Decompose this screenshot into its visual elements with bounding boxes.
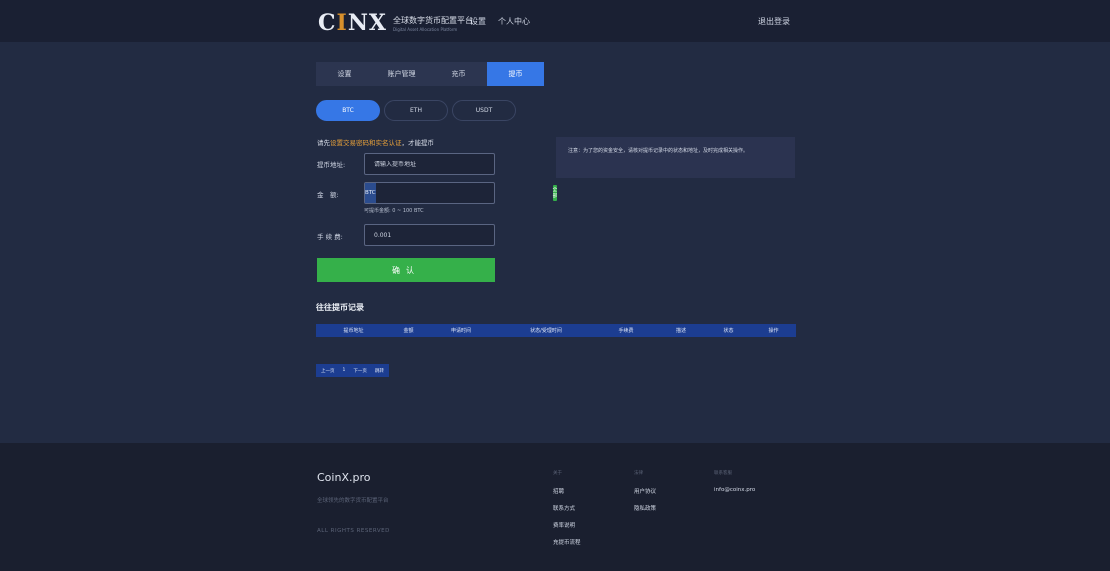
footer-link-contact[interactable]: 联系方式 [553, 504, 581, 512]
coin-selector: BTC ETH USDT [316, 100, 516, 121]
records-table-header: 提币地址 金额 申请时间 状态/受理时间 手续费 描述 状态 操作 [316, 324, 796, 337]
footer-link-fees[interactable]: 费率说明 [553, 521, 581, 529]
amount-input[interactable] [375, 183, 553, 203]
amount-field: BTC 全部 [364, 182, 558, 204]
amount-label: 金 额: [317, 191, 339, 199]
col-description: 描述 [675, 328, 686, 334]
footer-link-deposit-flow[interactable]: 充提币流程 [553, 538, 581, 546]
col-process-time: 状态/受理时间 [530, 328, 562, 334]
logout-link[interactable]: 退出登录 [758, 16, 790, 27]
tab-withdraw[interactable]: 提币 [487, 62, 544, 86]
col-address: 提币地址 [343, 328, 364, 334]
footer-slogan: 全球领先的数字货币配置平台 [317, 498, 389, 504]
logo-subtitle: 全球数字货币配置平台 Digital Asset Allocation Plat… [393, 15, 473, 32]
coin-btc[interactable]: BTC [316, 100, 380, 121]
footer-rights: ALL RIGHTS RESERVED [317, 528, 390, 534]
coin-usdt[interactable]: USDT [452, 100, 516, 121]
footer-link-privacy[interactable]: 隐私政策 [634, 504, 656, 512]
notice-box: 注意：为了您的资金安全，请核对提币记录中的状态和地址，及时完成相关操作。 [556, 137, 795, 178]
fee-field: 0.001 [364, 224, 495, 246]
footer-link-email[interactable]: info@coinx.pro [714, 487, 755, 493]
fee-value: 0.001 [374, 231, 392, 239]
fee-label: 手 续 费: [317, 233, 343, 241]
account-tabs: 设置 账户管理 充币 提币 [316, 62, 544, 86]
pagination: 上一页 1 下一页 跳转 [316, 364, 389, 377]
footer-col-legal: 法律 用户协议 隐私政策 [634, 470, 656, 512]
withdraw-hint: 请先设置交易密码和实名认证，才能提币 [317, 139, 434, 147]
logo-subtitle-cn: 全球数字货币配置平台 [393, 15, 473, 25]
jump-button[interactable]: 跳转 [375, 368, 384, 374]
col-amount: 金额 [403, 328, 414, 334]
col-action: 操作 [768, 328, 779, 334]
footer-link-user-agreement[interactable]: 用户协议 [634, 487, 656, 495]
footer-col-heading: 法律 [634, 471, 643, 476]
footer-col-about: 关于 招聘 联系方式 费率说明 充提币流程 [553, 470, 581, 546]
footer-brand: CoinX.pro [317, 471, 371, 484]
address-field-wrap [364, 153, 495, 175]
withdraw-all-button[interactable]: 全部 [552, 185, 558, 201]
col-status: 状态 [723, 328, 734, 334]
footer-col-heading: 关于 [553, 471, 562, 476]
notice-text: 注意：为了您的资金安全，请核对提币记录中的状态和地址，及时完成相关操作。 [568, 148, 749, 154]
nav-personal-center[interactable]: 个人中心 [498, 16, 530, 27]
amount-unit-badge: BTC [365, 183, 376, 203]
footer-col-heading: 联系客服 [714, 471, 732, 476]
confirm-button[interactable]: 确认 [317, 258, 495, 282]
available-range: 可提币金额: 0 ~ 100 BTC [364, 208, 424, 214]
footer-link-jobs[interactable]: 招聘 [553, 487, 581, 495]
coin-eth[interactable]: ETH [384, 100, 448, 121]
setup-security-link[interactable]: 设置交易密码和实名认证 [330, 139, 402, 147]
logo[interactable]: CINX 全球数字货币配置平台 Digital Asset Allocation… [318, 10, 473, 36]
footer-col-support: 联系客服 info@coinx.pro [714, 470, 755, 493]
page-number-1[interactable]: 1 [343, 368, 346, 373]
tab-deposit[interactable]: 充币 [430, 62, 487, 86]
address-label: 提币地址: [317, 161, 346, 169]
prev-page-button[interactable]: 上一页 [321, 368, 335, 374]
address-input[interactable] [374, 160, 494, 168]
col-apply-time: 申请时间 [450, 328, 471, 334]
tab-settings[interactable]: 设置 [316, 62, 373, 86]
col-fee: 手续费 [618, 328, 634, 334]
tab-account-management[interactable]: 账户管理 [373, 62, 430, 86]
records-title: 往往提币记录 [316, 303, 364, 312]
logo-subtitle-en: Digital Asset Allocation Platform [393, 26, 458, 32]
logo-wordmark: CINX [318, 10, 387, 36]
footer: CoinX.pro 全球领先的数字货币配置平台 ALL RIGHTS RESER… [0, 443, 1110, 571]
next-page-button[interactable]: 下一页 [353, 368, 367, 374]
top-header: CINX 全球数字货币配置平台 Digital Asset Allocation… [0, 0, 1110, 42]
nav-settings[interactable]: 设置 [470, 16, 486, 27]
header-nav: 设置 个人中心 [470, 16, 530, 27]
